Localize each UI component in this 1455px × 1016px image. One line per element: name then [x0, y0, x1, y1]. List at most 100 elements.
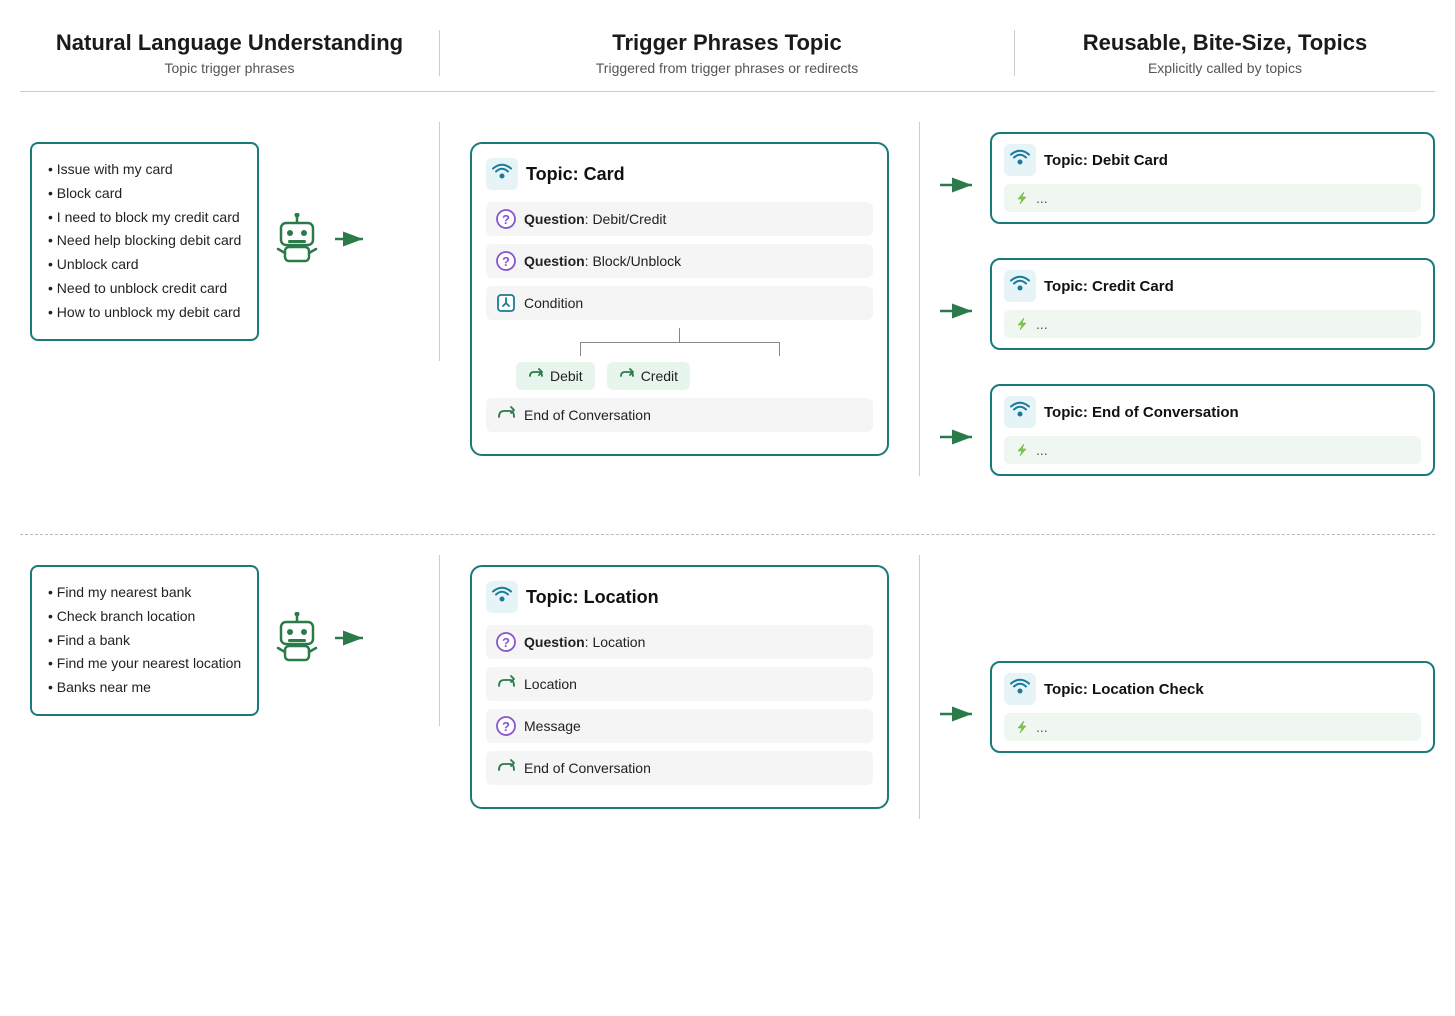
step-label-eoc-card: End of Conversation — [524, 407, 651, 423]
reusable-location-check-card: Topic: Location Check ... — [990, 661, 1435, 753]
reusable-debit-step: ... — [1004, 184, 1421, 212]
header-row: Natural Language Understanding Topic tri… — [20, 30, 1435, 92]
redirect-icon-credit — [619, 368, 635, 384]
diagram-container: Natural Language Understanding Topic tri… — [0, 0, 1455, 1016]
header-col-nlu: Natural Language Understanding Topic tri… — [20, 30, 440, 76]
location-topic-icon — [486, 581, 518, 613]
reusable-eoc-top-header: Topic: End of Conversation — [1004, 396, 1421, 428]
step-message: ? Message — [486, 709, 873, 743]
branch-debit-label: Debit — [550, 368, 583, 384]
branch-left-line — [580, 342, 680, 356]
condition-icon — [496, 293, 516, 313]
nlu-phrase-7: • How to unblock my debit card — [48, 301, 241, 325]
bottom-section: • Find my nearest bank • Check branch lo… — [20, 534, 1435, 819]
reusable-loc-check-step: ... — [1004, 713, 1421, 741]
top-section: • Issue with my card • Block card • I ne… — [20, 122, 1435, 504]
svg-text:?: ? — [502, 719, 510, 734]
nlu-location-phrase-1: • Find my nearest bank — [48, 581, 241, 605]
lightning-icon-credit — [1014, 316, 1030, 332]
header-title-nlu: Natural Language Understanding — [30, 30, 429, 56]
robot-icon-top — [273, 213, 321, 270]
branch-credit-label: Credit — [641, 368, 678, 384]
branch-credit: Credit — [607, 362, 690, 390]
location-topic-header: Topic: Location — [486, 581, 873, 613]
v-line-top — [679, 328, 681, 342]
location-topic-title: Topic: Location — [526, 587, 659, 608]
nlu-box-location: • Find my nearest bank • Check branch lo… — [30, 565, 259, 716]
card-topic-title: Topic: Card — [526, 164, 625, 185]
nlu-location-phrase-5: • Banks near me — [48, 676, 241, 700]
top-left-col: • Issue with my card • Block card • I ne… — [20, 122, 440, 361]
reusable-credit-step-label: ... — [1036, 316, 1048, 332]
location-topic-card: Topic: Location ? Question: Location — [470, 565, 889, 809]
step-end-conversation-loc: End of Conversation — [486, 751, 873, 785]
step-condition: Condition — [486, 286, 873, 320]
condition-branches: Debit Credit — [486, 362, 873, 390]
eoc-top-row: Topic: End of Conversation ... — [940, 384, 1435, 494]
header-subtitle-nlu: Topic trigger phrases — [30, 60, 429, 76]
step-label-message: Message — [524, 718, 581, 734]
reusable-debit-title: Topic: Debit Card — [1044, 152, 1168, 169]
reusable-debit-icon — [1004, 144, 1036, 176]
arrow-to-location-topic — [335, 628, 371, 653]
step-label-condition: Condition — [524, 295, 583, 311]
top-center-col: Topic: Card ? Question: Debit/Credit — [440, 122, 920, 476]
nlu-phrase-1: • Issue with my card — [48, 158, 241, 182]
branch-right-line — [680, 342, 780, 356]
step-label-eoc-loc: End of Conversation — [524, 760, 651, 776]
card-topic-card: Topic: Card ? Question: Debit/Credit — [470, 142, 889, 456]
top-right-col: Topic: Debit Card ... — [920, 122, 1435, 504]
question-icon-2: ? — [496, 251, 516, 271]
svg-text:?: ? — [502, 254, 510, 269]
lightning-icon-loc-check — [1014, 719, 1030, 735]
reusable-credit-icon — [1004, 270, 1036, 302]
arrow-to-credit — [940, 303, 980, 324]
step-question-location: ? Question: Location — [486, 625, 873, 659]
topic-card-icon — [486, 158, 518, 190]
lightning-icon-eoc-top — [1014, 442, 1030, 458]
nlu-location-phrase-3: • Find a bank — [48, 629, 241, 653]
svg-text:?: ? — [502, 635, 510, 650]
nlu-phrase-2: • Block card — [48, 182, 241, 206]
step-label-question2: Question: Block/Unblock — [524, 253, 681, 269]
redirect-icon-eoc-loc — [496, 758, 516, 778]
reusable-credit-card: Topic: Credit Card ... — [990, 258, 1435, 350]
reusable-credit-header: Topic: Credit Card — [1004, 270, 1421, 302]
nlu-phrase-5: • Unblock card — [48, 253, 241, 277]
arrow-to-card-topic — [335, 229, 371, 254]
reusable-eoc-top-step: ... — [1004, 436, 1421, 464]
redirect-icon-loc — [496, 674, 516, 694]
reusable-loc-check-step-label: ... — [1036, 719, 1048, 735]
debit-card-row: Topic: Debit Card ... — [940, 132, 1435, 242]
credit-card-row: Topic: Credit Card ... — [940, 258, 1435, 368]
nlu-location-phrase-2: • Check branch location — [48, 605, 241, 629]
bottom-right-spacer — [940, 565, 1435, 645]
question-icon-message: ? — [496, 716, 516, 736]
step-label-question1: Question: Debit/Credit — [524, 211, 666, 227]
svg-text:?: ? — [502, 212, 510, 227]
redirect-icon-debit — [528, 368, 544, 384]
nlu-box-card: • Issue with my card • Block card • I ne… — [30, 142, 259, 341]
nlu-phrase-6: • Need to unblock credit card — [48, 277, 241, 301]
arrow-to-eoc-top — [940, 429, 980, 450]
step-location-redirect: Location — [486, 667, 873, 701]
reusable-credit-title: Topic: Credit Card — [1044, 278, 1174, 295]
reusable-loc-check-icon — [1004, 673, 1036, 705]
header-subtitle-trigger: Triggered from trigger phrases or redire… — [450, 60, 1004, 76]
arrow-to-debit — [940, 177, 980, 198]
reusable-eoc-top-icon — [1004, 396, 1036, 428]
reusable-debit-header: Topic: Debit Card — [1004, 144, 1421, 176]
reusable-loc-check-title: Topic: Location Check — [1044, 681, 1204, 698]
reusable-loc-check-header: Topic: Location Check — [1004, 673, 1421, 705]
question-icon-loc: ? — [496, 632, 516, 652]
header-title-reusable: Reusable, Bite-Size, Topics — [1025, 30, 1425, 56]
header-col-trigger: Trigger Phrases Topic Triggered from tri… — [440, 30, 1015, 76]
reusable-eoc-top-step-label: ... — [1036, 442, 1048, 458]
reusable-eoc-card-top: Topic: End of Conversation ... — [990, 384, 1435, 476]
reusable-eoc-top-title: Topic: End of Conversation — [1044, 404, 1239, 421]
nlu-phrase-4: • Need help blocking debit card — [48, 229, 241, 253]
lightning-icon-debit — [1014, 190, 1030, 206]
reusable-debit-card: Topic: Debit Card ... — [990, 132, 1435, 224]
nlu-phrase-3: • I need to block my credit card — [48, 206, 241, 230]
header-col-reusable: Reusable, Bite-Size, Topics Explicitly c… — [1015, 30, 1435, 76]
